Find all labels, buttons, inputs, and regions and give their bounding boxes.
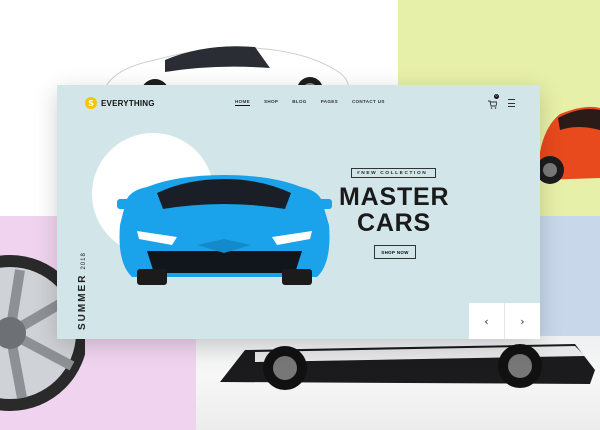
nav-item-pages[interactable]: PAGES	[321, 99, 338, 106]
concept-car-image	[220, 344, 595, 390]
brand-name: EVERYTHING	[101, 98, 155, 108]
main-nav: HOME SHOP BLOG PAGES CONTACT US	[235, 99, 385, 106]
cart-count-badge: 0	[494, 94, 499, 99]
chevron-right-icon[interactable]: ›	[505, 303, 540, 339]
orange-car-image	[536, 106, 600, 184]
hero-car-image	[117, 175, 332, 285]
shop-now-button[interactable]: SHOP NOW	[374, 245, 416, 259]
season-year: 2018	[81, 252, 87, 270]
season-label: SUMMER 2018	[77, 252, 88, 330]
collection-tag: #NEW COLLECTION	[357, 171, 428, 176]
menu-icon[interactable]	[508, 99, 515, 107]
website-preview-card: S EVERYTHING HOME SHOP BLOG PAGES CONTAC…	[57, 85, 540, 339]
nav-item-shop[interactable]: SHOP	[264, 99, 278, 106]
nav-item-home[interactable]: HOME	[235, 99, 250, 106]
hero-title-line2: CARS	[356, 209, 432, 237]
nav-item-contact[interactable]: CONTACT US	[352, 99, 385, 106]
chevron-left-icon[interactable]: ‹	[469, 303, 505, 339]
brand-logo[interactable]: S EVERYTHING	[85, 97, 155, 109]
hero-title-line1: MASTER	[339, 183, 450, 211]
nav-item-blog[interactable]: BLOG	[292, 99, 306, 106]
slider-controls: ‹ ›	[469, 303, 540, 339]
cart-icon	[488, 100, 498, 109]
season-word: SUMMER	[77, 273, 88, 330]
logo-icon: S	[85, 97, 97, 109]
cart-button[interactable]: 0	[488, 94, 499, 109]
hero-title: MASTER CARS	[339, 184, 449, 236]
